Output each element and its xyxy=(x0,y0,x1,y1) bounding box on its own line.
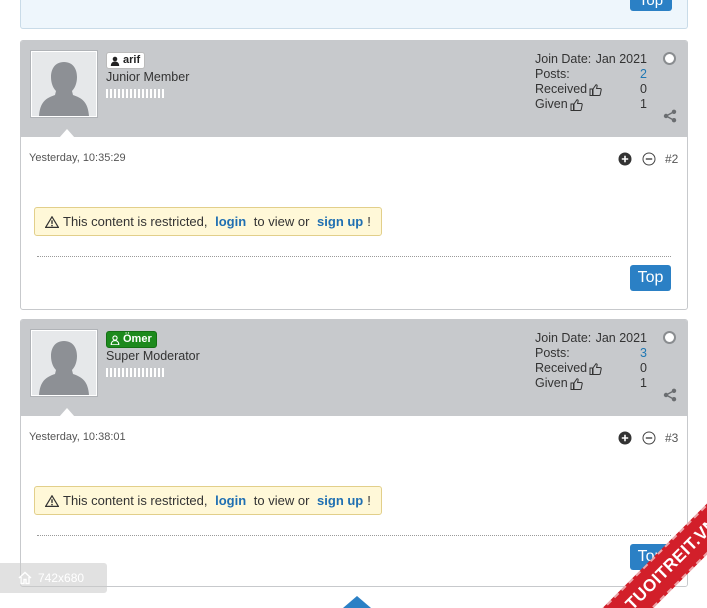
restricted-text: This content is restricted, xyxy=(63,493,212,508)
previous-post-tail: Top xyxy=(20,0,688,29)
plus-circle-icon[interactable] xyxy=(618,431,632,445)
warning-icon xyxy=(45,494,59,507)
warning-icon xyxy=(45,215,59,228)
minus-circle-icon[interactable] xyxy=(642,431,656,445)
signup-link[interactable]: sign up xyxy=(317,214,363,229)
online-status-icon xyxy=(663,52,676,65)
restricted-text-suffix: ! xyxy=(367,214,371,229)
user-title: Junior Member xyxy=(106,70,190,84)
thumbs-up-icon xyxy=(589,83,602,96)
login-link[interactable]: login xyxy=(215,214,246,229)
restricted-text-suffix: ! xyxy=(367,493,371,508)
top-button[interactable]: Top xyxy=(630,265,671,291)
post-header: arif Junior Member Join Date: Jan 2021 Po… xyxy=(21,41,687,138)
signup-link[interactable]: sign up xyxy=(317,493,363,508)
received-label: Received xyxy=(535,82,588,96)
image-size-text: 742x680 xyxy=(38,571,85,585)
join-date-value: Jan 2021 xyxy=(595,331,647,345)
post-number-link[interactable]: #3 xyxy=(665,431,678,445)
given-label: Given xyxy=(535,376,568,390)
user-stats: Join Date: Jan 2021 Posts: 2 Received 0 Gi… xyxy=(535,52,647,112)
reputation-bar xyxy=(106,368,164,377)
avatar[interactable] xyxy=(31,51,97,117)
share-icon[interactable] xyxy=(663,109,677,123)
scroll-up-arrow[interactable] xyxy=(343,596,371,608)
post-divider xyxy=(37,535,671,536)
default-avatar-icon xyxy=(32,52,96,116)
top-button[interactable]: Top xyxy=(630,0,672,11)
user-icon xyxy=(110,334,120,345)
username-badge[interactable]: arif xyxy=(106,52,146,69)
home-icon xyxy=(18,571,32,585)
post-divider xyxy=(37,256,671,257)
post: Ömer Super Moderator Join Date: Jan 2021 … xyxy=(20,319,688,587)
join-date-label: Join Date: xyxy=(535,52,592,66)
default-avatar-icon xyxy=(32,331,96,395)
posts-label: Posts: xyxy=(535,67,570,81)
user-icon xyxy=(110,56,120,66)
avatar[interactable] xyxy=(31,330,97,396)
share-icon[interactable] xyxy=(663,388,677,402)
restricted-notice: This content is restricted, login to vie… xyxy=(34,486,382,515)
minus-circle-icon[interactable] xyxy=(642,152,656,166)
username: Ömer xyxy=(123,333,152,345)
thumbs-up-icon xyxy=(589,362,602,375)
login-link[interactable]: login xyxy=(215,493,246,508)
restricted-text: This content is restricted, xyxy=(63,214,212,229)
plus-circle-icon[interactable] xyxy=(618,152,632,166)
online-status-icon xyxy=(663,331,676,344)
username: arif xyxy=(123,54,141,66)
restricted-text-middle: to view or xyxy=(250,214,314,229)
received-label: Received xyxy=(535,361,588,375)
watermark-ribbon: TUOITREIT.VN xyxy=(599,498,707,608)
restricted-text-middle: to view or xyxy=(250,493,314,508)
post-header: Ömer Super Moderator Join Date: Jan 2021 … xyxy=(21,320,687,417)
user-stats: Join Date: Jan 2021 Posts: 3 Received 0 Gi… xyxy=(535,331,647,391)
join-date-value: Jan 2021 xyxy=(595,52,647,66)
watermark: TUOITREIT.VN xyxy=(597,498,707,608)
post-body: Yesterday, 10:35:29 #2 This content is r… xyxy=(21,137,687,307)
image-size-badge: 742x680 xyxy=(0,563,107,593)
thumbs-up-icon xyxy=(570,98,583,111)
posts-label: Posts: xyxy=(535,346,570,360)
received-value: 0 xyxy=(640,82,647,96)
given-value: 1 xyxy=(640,97,647,111)
post-number-link[interactable]: #2 xyxy=(665,152,678,166)
post-body: Yesterday, 10:38:01 #3 This content is r… xyxy=(21,416,687,586)
thumbs-up-icon xyxy=(570,377,583,390)
posts-count-link[interactable]: 2 xyxy=(640,67,647,82)
username-badge[interactable]: Ömer xyxy=(106,331,157,348)
restricted-notice: This content is restricted, login to vie… xyxy=(34,207,382,236)
reputation-bar xyxy=(106,89,164,98)
given-label: Given xyxy=(535,97,568,111)
post-date: Yesterday, 10:38:01 xyxy=(29,431,126,443)
post: arif Junior Member Join Date: Jan 2021 Po… xyxy=(20,40,688,310)
user-title: Super Moderator xyxy=(106,349,200,363)
posts-count-link[interactable]: 3 xyxy=(640,346,647,361)
received-value: 0 xyxy=(640,361,647,375)
given-value: 1 xyxy=(640,376,647,390)
join-date-label: Join Date: xyxy=(535,331,592,345)
post-date: Yesterday, 10:35:29 xyxy=(29,152,126,164)
